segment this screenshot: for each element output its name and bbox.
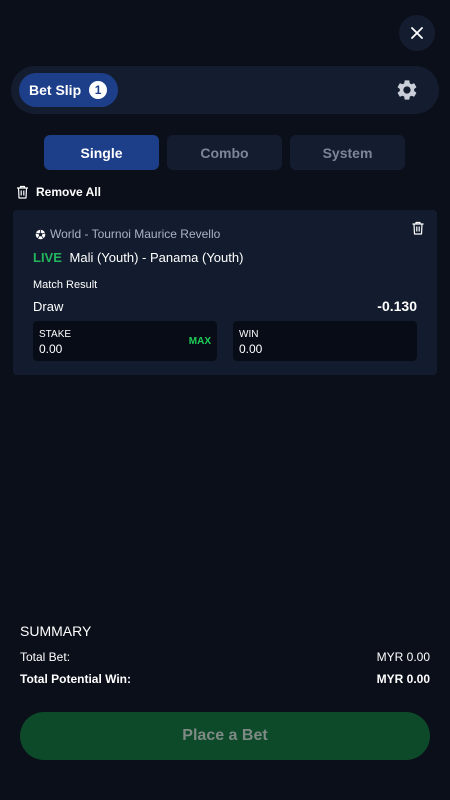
bet-count-badge: 1 xyxy=(89,81,108,99)
bet-slip-screen: Bet Slip 1 Single Combo System Remove Al… xyxy=(0,0,450,800)
win-field: WIN 0.00 xyxy=(233,321,417,361)
tab-system[interactable]: System xyxy=(290,135,405,170)
settings-button[interactable] xyxy=(395,78,419,102)
stake-input[interactable]: 0.00 xyxy=(39,342,62,356)
close-button[interactable] xyxy=(399,15,435,51)
potential-win-label: Total Potential Win: xyxy=(20,672,131,686)
close-icon xyxy=(411,27,423,39)
gear-icon xyxy=(397,80,417,100)
market-name: Match Result xyxy=(33,279,98,291)
win-label: WIN xyxy=(239,329,259,340)
total-bet-label: Total Bet: xyxy=(20,650,71,664)
match-line: LIVE Mali (Youth) - Panama (Youth) xyxy=(33,250,243,265)
bet-slip-header: Bet Slip 1 xyxy=(11,66,439,114)
remove-bet-button[interactable] xyxy=(412,221,424,240)
league-info: World - Tournoi Maurice Revello xyxy=(35,227,220,241)
live-badge: LIVE xyxy=(33,250,62,265)
trash-icon xyxy=(412,221,424,235)
match-name: Mali (Youth) - Panama (Youth) xyxy=(69,250,244,265)
bet-slip-label: Bet Slip xyxy=(29,82,82,98)
win-value: 0.00 xyxy=(239,342,263,356)
place-bet-button[interactable]: Place a Bet xyxy=(20,712,430,760)
soccer-ball-icon xyxy=(35,229,46,239)
potential-win-row: Total Potential Win: MYR 0.00 xyxy=(20,672,430,686)
bet-card: World - Tournoi Maurice Revello LIVE Mal… xyxy=(13,210,437,375)
odds-value: -0.130 xyxy=(377,298,417,314)
potential-win-value: MYR 0.00 xyxy=(376,672,430,686)
stake-label: STAKE xyxy=(39,329,72,340)
summary-title: SUMMARY xyxy=(20,623,92,639)
league-name: World - Tournoi Maurice Revello xyxy=(50,227,221,241)
tab-combo[interactable]: Combo xyxy=(167,135,282,170)
remove-all-button[interactable]: Remove All xyxy=(16,185,101,199)
stake-field[interactable]: STAKE 0.00 MAX xyxy=(33,321,217,361)
max-stake-button[interactable]: MAX xyxy=(189,336,211,347)
remove-all-label: Remove All xyxy=(36,185,101,199)
total-bet-value: MYR 0.00 xyxy=(376,650,430,664)
total-bet-row: Total Bet: MYR 0.00 xyxy=(20,650,430,664)
tab-single[interactable]: Single xyxy=(44,135,159,170)
bet-slip-tab[interactable]: Bet Slip 1 xyxy=(19,73,119,107)
trash-icon xyxy=(17,185,28,199)
bet-type-tabs: Single Combo System xyxy=(44,135,405,170)
selection-name: Draw xyxy=(33,299,64,314)
